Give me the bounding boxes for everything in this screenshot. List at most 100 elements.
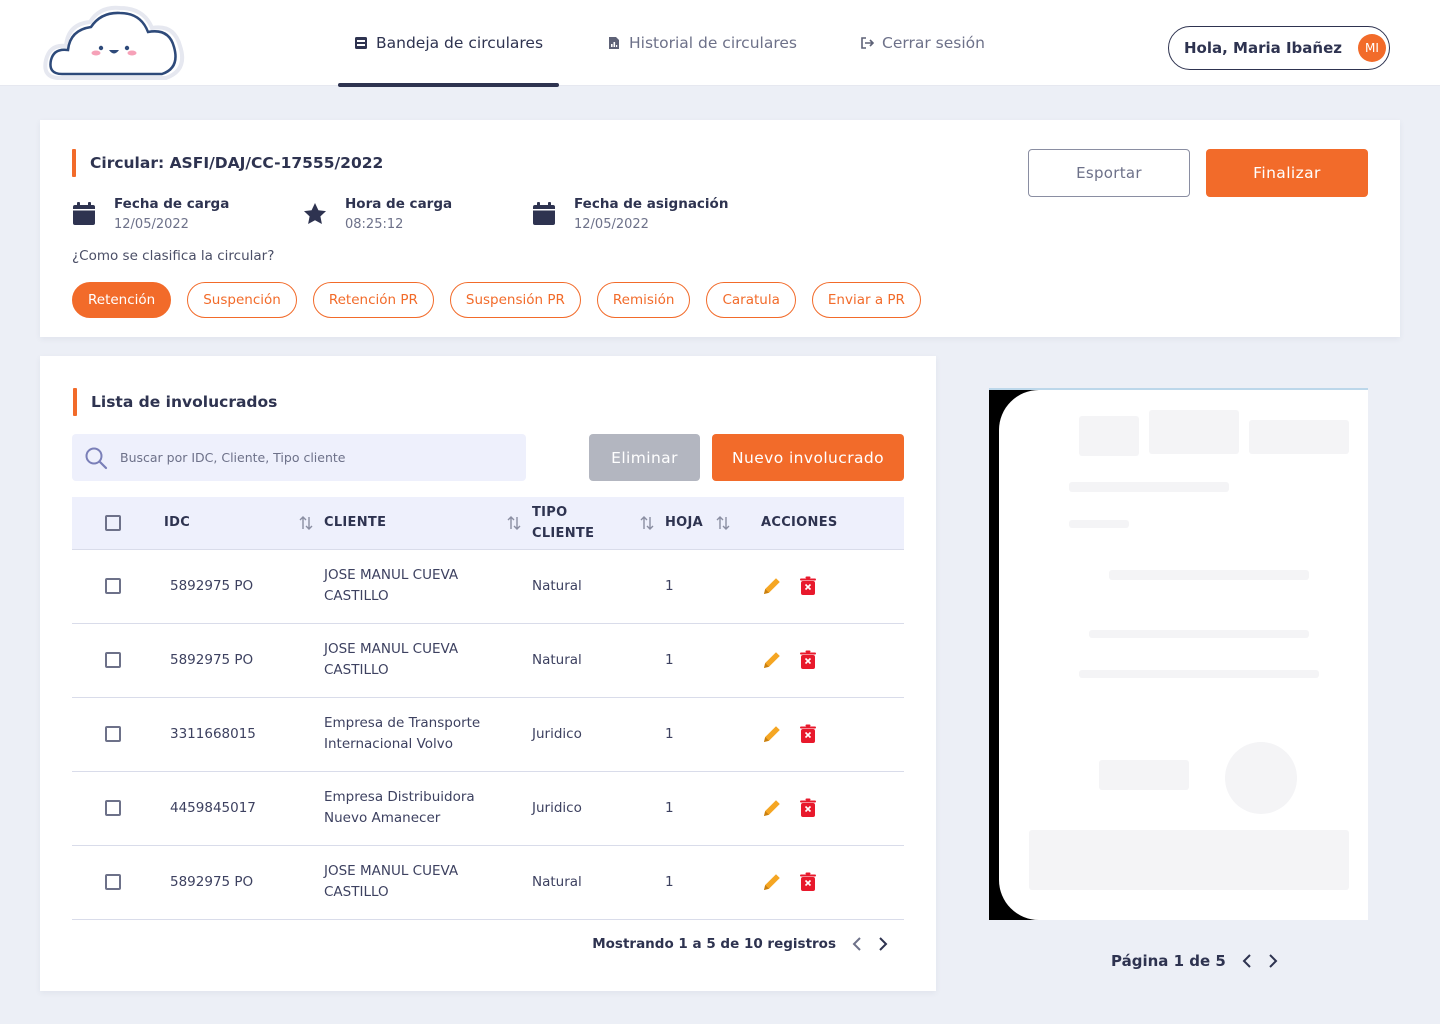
- sort-icon[interactable]: [298, 515, 314, 531]
- trash-icon[interactable]: [797, 797, 819, 819]
- pill-remision[interactable]: Remisión: [596, 282, 691, 318]
- faint-text-line: [1079, 670, 1319, 678]
- search-input[interactable]: [120, 450, 500, 465]
- pill-suspension-pr[interactable]: Suspensión PR: [449, 282, 581, 318]
- chevron-right-icon[interactable]: [878, 936, 888, 952]
- cell-tipo: Natural: [532, 549, 665, 624]
- table-row: 4459845017 Empresa Distribuidora Nuevo A…: [72, 771, 904, 846]
- top-navigation-bar: Bandeja de circulares Historial de circu…: [0, 0, 1440, 87]
- chevron-right-icon[interactable]: [1268, 953, 1278, 969]
- sort-icon[interactable]: [506, 515, 522, 531]
- chevron-left-icon[interactable]: [852, 936, 862, 952]
- cell-idc: 5892975 PO: [164, 623, 324, 698]
- column-header-acciones: ACCIONES: [761, 515, 838, 531]
- sort-icon[interactable]: [715, 515, 731, 531]
- calendar-icon: [533, 202, 555, 225]
- cell-tipo: Natural: [532, 623, 665, 698]
- circular-details-card: Circular: ASFI/DAJ/CC-17555/2022 Fecha d…: [40, 120, 1400, 337]
- preview-pagination: Página 1 de 5: [1111, 952, 1278, 970]
- edit-pencil-icon[interactable]: [761, 575, 783, 597]
- nav-label: Bandeja de circulares: [376, 34, 544, 52]
- meta-label: Hora de carga: [345, 196, 453, 212]
- trash-icon[interactable]: [797, 649, 819, 671]
- row-checkbox[interactable]: [105, 651, 121, 668]
- pill-caratula[interactable]: Caratula: [706, 282, 796, 318]
- user-menu[interactable]: Hola, Maria Ibañez MI: [1168, 26, 1390, 70]
- document-preview[interactable]: [989, 388, 1368, 920]
- table-row: 3311668015 Empresa de Transporte Interna…: [72, 697, 904, 772]
- star-icon: [304, 203, 326, 224]
- pill-retencion-pr[interactable]: Retención PR: [312, 282, 434, 318]
- meta-fecha-asignacion: Fecha de asignación 12/05/2022: [532, 194, 728, 236]
- circular-title-text: Circular: ASFI/DAJ/CC-17555/2022: [90, 154, 384, 172]
- sort-icon[interactable]: [639, 515, 655, 531]
- cloud-logo[interactable]: [40, 4, 188, 84]
- column-header-cliente: CLIENTE: [324, 515, 387, 531]
- delete-button[interactable]: Eliminar: [589, 434, 700, 481]
- cell-hoja: 1: [665, 697, 761, 772]
- nav-cerrar-sesion[interactable]: Cerrar sesión: [860, 0, 985, 86]
- meta-fecha-carga: Fecha de carga 12/05/2022: [72, 194, 229, 236]
- row-checkbox[interactable]: [105, 725, 121, 742]
- cell-cliente: JOSE MANUL CUEVA CASTILLO: [324, 549, 532, 624]
- trash-icon[interactable]: [797, 871, 819, 893]
- involucrados-title: Lista de involucrados: [73, 388, 277, 416]
- row-checkbox[interactable]: [105, 873, 121, 890]
- row-checkbox[interactable]: [105, 577, 121, 594]
- faint-text-line: [1109, 570, 1309, 580]
- meta-value: 12/05/2022: [114, 217, 189, 232]
- table-row: 5892975 PO JOSE MANUL CUEVA CASTILLO Nat…: [72, 845, 904, 920]
- new-involucrado-button[interactable]: Nuevo involucrado: [712, 434, 904, 481]
- meta-label: Fecha de asignación: [574, 196, 729, 212]
- faint-emblem: [1249, 420, 1349, 454]
- edit-pencil-icon[interactable]: [761, 871, 783, 893]
- edit-pencil-icon[interactable]: [761, 649, 783, 671]
- cell-hoja: 1: [665, 549, 761, 624]
- pagination-summary: Mostrando 1 a 5 de 10 registros: [592, 936, 836, 952]
- inbox-icon: [355, 37, 367, 49]
- faint-footer: [1029, 830, 1349, 890]
- cell-cliente: Empresa Distribuidora Nuevo Amanecer: [324, 771, 532, 846]
- calendar-icon: [73, 202, 95, 225]
- trash-icon[interactable]: [797, 575, 819, 597]
- finish-button[interactable]: Finalizar: [1206, 149, 1368, 197]
- table-header-row: IDC CLIENTE TIPO CLIENTE HOJA ACCIONES: [72, 497, 904, 549]
- user-greeting: Hola, Maria Ibañez: [1184, 39, 1342, 57]
- cell-hoja: 1: [665, 623, 761, 698]
- select-all-checkbox[interactable]: [105, 514, 121, 531]
- chevron-left-icon[interactable]: [1242, 953, 1252, 969]
- trash-icon[interactable]: [797, 723, 819, 745]
- faint-stamp: [1225, 742, 1297, 814]
- involucrados-title-text: Lista de involucrados: [91, 393, 278, 411]
- cell-hoja: 1: [665, 845, 761, 920]
- meta-value: 12/05/2022: [574, 217, 649, 232]
- faint-seal: [1079, 416, 1139, 456]
- pill-enviar-a-pr[interactable]: Enviar a PR: [811, 282, 921, 318]
- cell-cliente: JOSE MANUL CUEVA CASTILLO: [324, 623, 532, 698]
- avatar: MI: [1358, 34, 1386, 62]
- logout-icon: [861, 37, 874, 49]
- pill-suspencion[interactable]: Suspención: [187, 282, 297, 318]
- meta-label: Fecha de carga: [114, 196, 230, 212]
- nav-historial[interactable]: Historial de circulares: [607, 0, 797, 86]
- column-header-idc: IDC: [164, 515, 191, 531]
- cell-tipo: Juridico: [532, 697, 665, 772]
- search-icon: [85, 447, 108, 469]
- title-accent-bar: [73, 388, 77, 416]
- classification-options: Retención Suspención Retención PR Suspen…: [72, 282, 921, 318]
- column-header-hoja: HOJA: [665, 515, 704, 531]
- pill-retencion[interactable]: Retención: [72, 282, 172, 318]
- document-page: [999, 390, 1368, 920]
- edit-pencil-icon[interactable]: [761, 797, 783, 819]
- table-row: 5892975 PO JOSE MANUL CUEVA CASTILLO Nat…: [72, 549, 904, 624]
- faint-text-line: [1069, 482, 1229, 492]
- export-button[interactable]: Esportar: [1028, 149, 1190, 197]
- row-checkbox[interactable]: [105, 799, 121, 816]
- involucrados-card: Lista de involucrados Eliminar Nuevo inv…: [40, 356, 936, 991]
- cell-idc: 5892975 PO: [164, 549, 324, 624]
- nav-bandeja[interactable]: Bandeja de circulares: [354, 0, 543, 86]
- document-chart-icon: [609, 37, 619, 49]
- cell-tipo: Natural: [532, 845, 665, 920]
- edit-pencil-icon[interactable]: [761, 723, 783, 745]
- table-pagination: Mostrando 1 a 5 de 10 registros: [592, 936, 888, 952]
